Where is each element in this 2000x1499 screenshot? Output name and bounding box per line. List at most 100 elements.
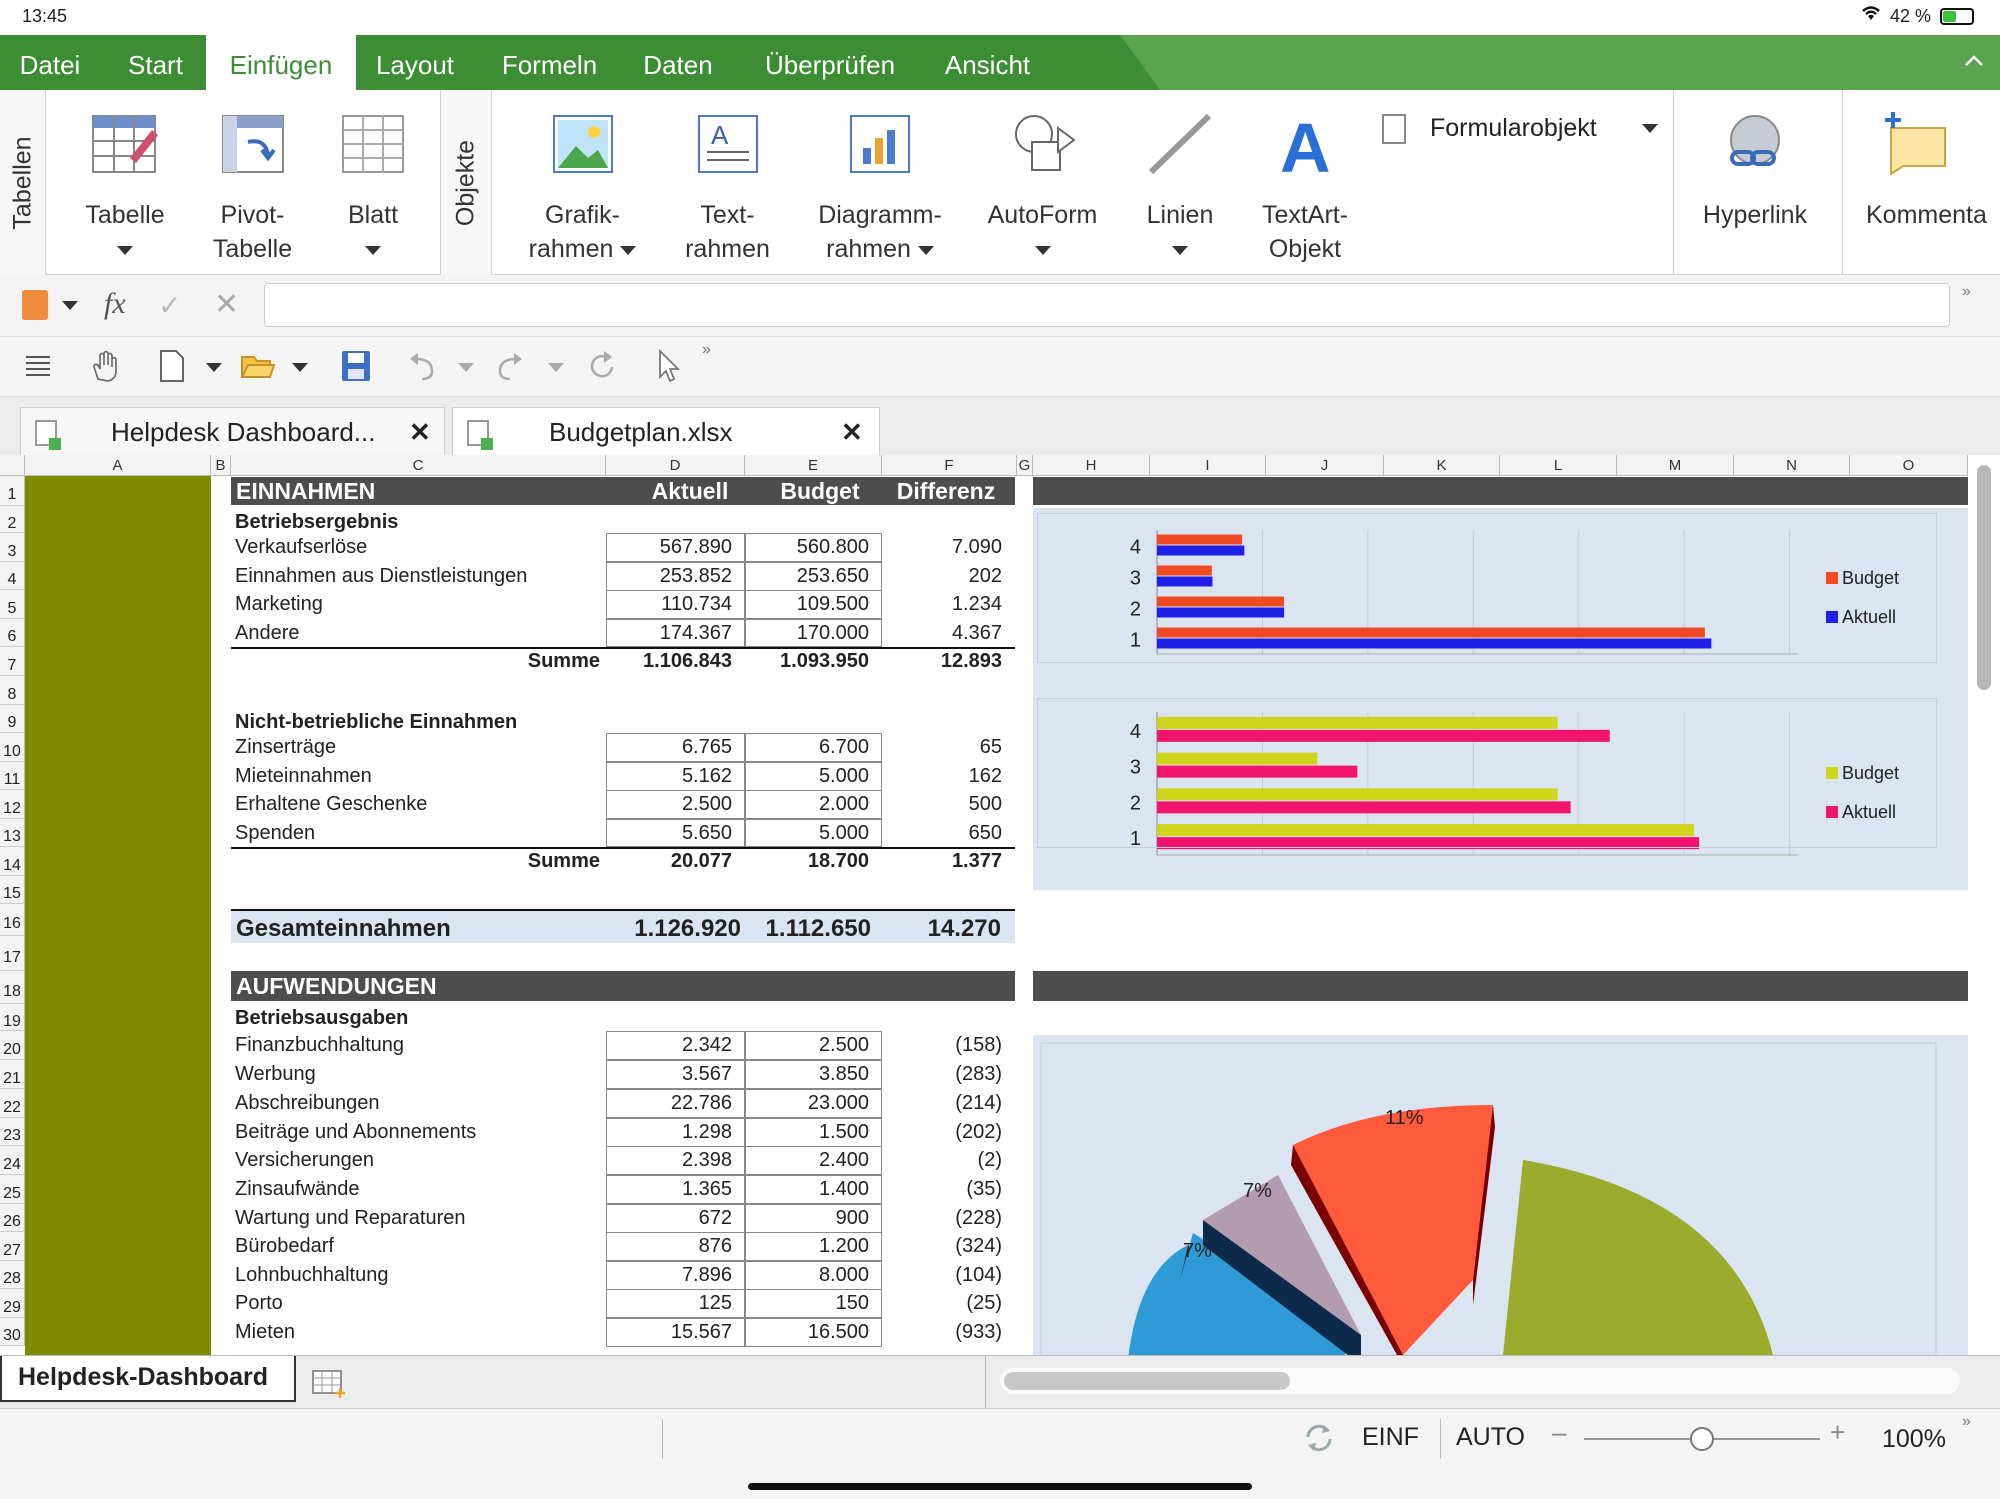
cell-differenz[interactable]: (35): [882, 1178, 1002, 1201]
row-header[interactable]: 8: [0, 676, 25, 705]
row-label[interactable]: Wartung und Reparaturen: [235, 1207, 466, 1230]
cell-differenz[interactable]: 12.893: [882, 650, 1002, 673]
more-icon[interactable]: »: [1962, 283, 1971, 301]
cell-differenz[interactable]: (228): [882, 1207, 1002, 1230]
repeat-icon[interactable]: [588, 349, 618, 383]
column-header-n[interactable]: N: [1734, 455, 1850, 476]
cell-differenz[interactable]: 500: [882, 793, 1002, 816]
column-header-l[interactable]: L: [1500, 455, 1617, 476]
row-label[interactable]: Porto: [235, 1292, 283, 1315]
cell-budget[interactable]: 5.000: [745, 822, 869, 845]
row-header[interactable]: 16: [0, 904, 25, 936]
open-folder-icon[interactable]: [240, 351, 276, 381]
redo-icon[interactable]: [496, 349, 526, 383]
insert-picture-frame-button[interactable]: Grafik-rahmen: [505, 90, 660, 275]
cell-aktuell[interactable]: 3.567: [606, 1063, 732, 1086]
menu-icon[interactable]: [24, 351, 52, 381]
cell-budget[interactable]: 253.650: [745, 565, 869, 588]
vertical-scrollbar[interactable]: [1977, 465, 1991, 690]
row-label[interactable]: Einnahmen aus Dienstleistungen: [235, 565, 527, 588]
insert-table-button[interactable]: Tabelle: [60, 90, 190, 275]
row-label[interactable]: Marketing: [235, 593, 323, 616]
cell-aktuell[interactable]: 15.567: [606, 1321, 732, 1344]
menu-tab-einfuegen[interactable]: Einfügen: [206, 35, 356, 90]
cell-aktuell[interactable]: 5.650: [606, 822, 732, 845]
cell-aktuell[interactable]: 253.852: [606, 565, 732, 588]
cell-aktuell[interactable]: 2.342: [606, 1034, 732, 1057]
row-label[interactable]: Werbung: [235, 1063, 316, 1086]
cell-aktuell[interactable]: 567.890: [606, 536, 732, 559]
zoom-slider-thumb[interactable]: [1690, 1427, 1714, 1451]
insert-mode-indicator[interactable]: EINF: [1362, 1423, 1419, 1452]
insert-form-object-button[interactable]: Formularobjekt: [1378, 108, 1668, 148]
doc-tab-helpdesk[interactable]: Helpdesk Dashboard... ✕: [20, 407, 445, 455]
spreadsheet-grid[interactable]: ABCDEFGHIJKLMNO 1 2 3 4 5 6 7 8 9 10 11 12 13 14 15 16 1…: [0, 455, 2000, 1355]
row-label[interactable]: Beiträge und Abonnements: [235, 1121, 476, 1144]
row-label[interactable]: Andere: [235, 622, 300, 645]
cell-differenz[interactable]: 1.377: [882, 850, 1002, 873]
column-header-i[interactable]: I: [1150, 455, 1266, 476]
column-header-d[interactable]: D: [606, 455, 745, 476]
row-label[interactable]: Mieten: [235, 1321, 295, 1344]
cell-aktuell[interactable]: 174.367: [606, 622, 732, 645]
row-header[interactable]: 24: [0, 1146, 25, 1175]
cell-differenz[interactable]: (933): [882, 1321, 1002, 1344]
row-header[interactable]: 14: [0, 847, 25, 876]
row-header[interactable]: 19: [0, 1004, 25, 1031]
insert-textart-button[interactable]: A TextArt- Objekt: [1245, 90, 1365, 275]
row-header[interactable]: 3: [0, 533, 25, 562]
row-header[interactable]: 22: [0, 1089, 25, 1118]
column-header-g[interactable]: G: [1017, 455, 1033, 476]
select-all-corner[interactable]: [0, 455, 25, 476]
cell-budget[interactable]: 109.500: [745, 593, 869, 616]
form-object-dropdown-icon[interactable]: [1642, 124, 1658, 133]
cell-aktuell[interactable]: 110.734: [606, 593, 732, 616]
row-header[interactable]: 20: [0, 1031, 25, 1060]
add-sheet-icon[interactable]: [312, 1370, 346, 1398]
row-label[interactable]: Lohnbuchhaltung: [235, 1264, 388, 1287]
close-tab-icon[interactable]: ✕: [409, 408, 431, 456]
cell-budget[interactable]: 5.000: [745, 765, 869, 788]
cell-differenz[interactable]: 1.234: [882, 593, 1002, 616]
confirm-icon[interactable]: ✓: [158, 289, 181, 322]
column-header-j[interactable]: J: [1266, 455, 1384, 476]
cell-budget[interactable]: 1.200: [745, 1235, 869, 1258]
chart-aufwendungen-pie-area[interactable]: 7% 7% 11%: [1033, 1035, 1968, 1355]
cell-aktuell[interactable]: 1.298: [606, 1121, 732, 1144]
row-header[interactable]: 23: [0, 1118, 25, 1146]
insert-sheet-button[interactable]: Blatt: [318, 90, 428, 275]
new-file-dropdown-icon[interactable]: [206, 363, 222, 372]
column-header-m[interactable]: M: [1617, 455, 1734, 476]
cancel-icon[interactable]: ✕: [214, 287, 239, 322]
cell-budget[interactable]: 150: [745, 1292, 869, 1315]
row-header[interactable]: 17: [0, 936, 25, 971]
cell-differenz[interactable]: (158): [882, 1034, 1002, 1057]
ribbon-group-objekte[interactable]: Objekte: [440, 90, 492, 275]
cell-aktuell[interactable]: 22.786: [606, 1092, 732, 1115]
row-header[interactable]: 15: [0, 876, 25, 904]
chart-einnahmen-betrieb-area[interactable]: 1 2 3 4 Budget Aktuell: [1033, 508, 1968, 690]
row-header[interactable]: 28: [0, 1261, 25, 1289]
cell-aktuell[interactable]: 6.765: [606, 736, 732, 759]
cell-aktuell[interactable]: 672: [606, 1207, 732, 1230]
cell-aktuell[interactable]: 5.162: [606, 765, 732, 788]
zoom-slider-track[interactable]: [1584, 1427, 1820, 1451]
row-label[interactable]: Zinsaufwände: [235, 1178, 360, 1201]
cell-differenz[interactable]: (2): [882, 1149, 1002, 1172]
row-label[interactable]: Erhaltene Geschenke: [235, 793, 427, 816]
column-header-o[interactable]: O: [1850, 455, 1968, 476]
cell-aktuell[interactable]: 2.398: [606, 1149, 732, 1172]
cell-differenz[interactable]: 7.090: [882, 536, 1002, 559]
cell-budget[interactable]: 16.500: [745, 1321, 869, 1344]
column-header-b[interactable]: B: [211, 455, 231, 476]
row-label[interactable]: Zinserträge: [235, 736, 336, 759]
row-header[interactable]: 6: [0, 619, 25, 647]
cell-budget[interactable]: 2.400: [745, 1149, 869, 1172]
cell-budget[interactable]: 560.800: [745, 536, 869, 559]
row-header[interactable]: 10: [0, 733, 25, 762]
cell-budget[interactable]: 3.850: [745, 1063, 869, 1086]
row-header[interactable]: 25: [0, 1175, 25, 1204]
row-header[interactable]: 4: [0, 562, 25, 590]
column-header-h[interactable]: H: [1033, 455, 1150, 476]
cell-reference-dropdown-icon[interactable]: [62, 301, 78, 310]
